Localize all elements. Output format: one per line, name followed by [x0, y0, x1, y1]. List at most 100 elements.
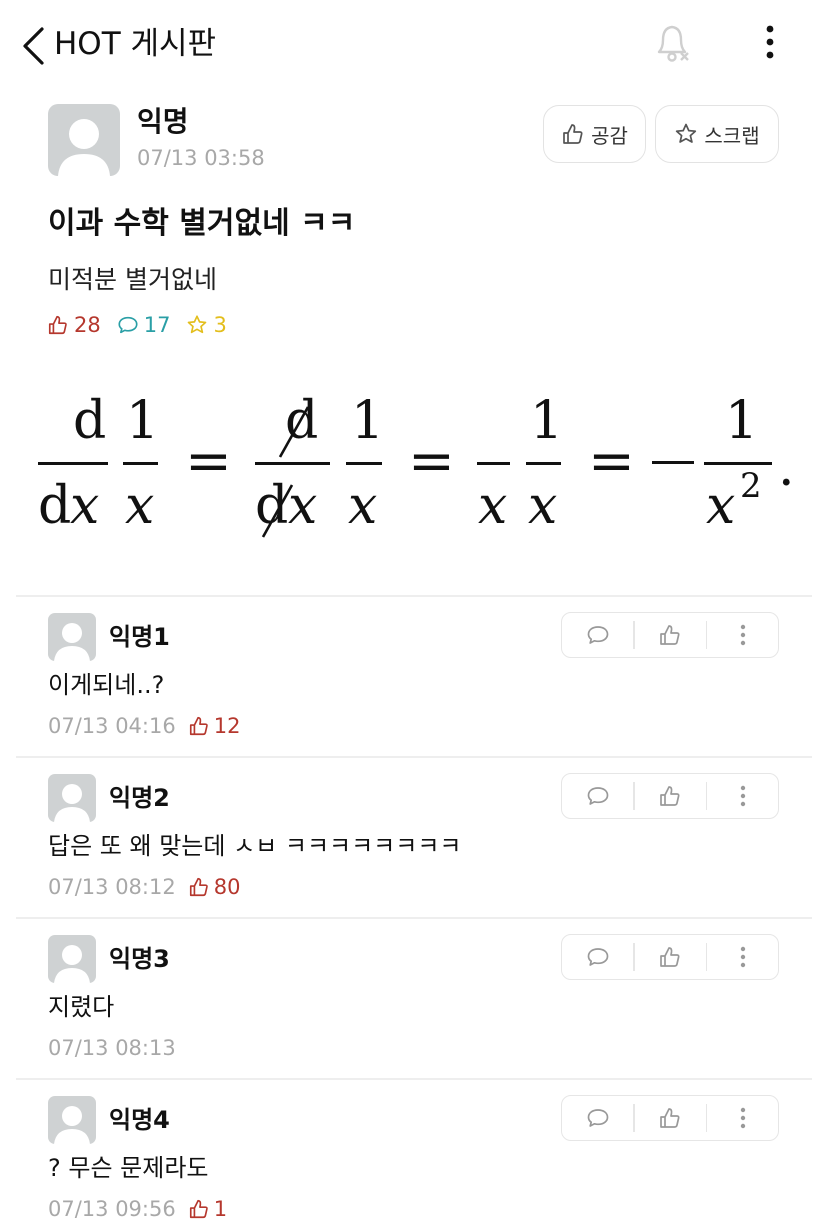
comment-text: 이게되네..?: [48, 671, 165, 699]
speech-bubble-icon: [587, 1109, 608, 1127]
avatar: [48, 613, 96, 661]
formula-text: d: [73, 391, 106, 451]
divider: [16, 917, 812, 919]
reply-button[interactable]: [562, 1096, 633, 1140]
back-button[interactable]: [18, 26, 52, 66]
comment-meta: 07/13 08:13: [48, 1033, 176, 1063]
speech-bubble-icon: [587, 626, 608, 644]
comment-like-button[interactable]: [635, 935, 706, 979]
formula-text: x: [528, 476, 557, 536]
comment-like-button[interactable]: [635, 613, 706, 657]
formula-text: .: [778, 438, 795, 498]
post-comment-count: 17: [117, 313, 170, 337]
avatar: [48, 935, 96, 983]
comment-more-button[interactable]: [707, 935, 778, 979]
post-like-label: 공감: [591, 123, 628, 148]
thumbs-up-icon: [660, 947, 680, 967]
comment-author: 익명3: [109, 945, 170, 973]
avatar-icon: [54, 945, 90, 983]
speech-bubble-icon: [587, 787, 608, 805]
post-scrap-count: 3: [186, 313, 227, 337]
post-timestamp: 07/13 03:58: [137, 146, 265, 170]
avatar-icon: [58, 119, 110, 176]
formula-text: x: [70, 476, 99, 536]
star-icon: [188, 315, 207, 334]
avatar: [48, 104, 120, 176]
comment-like-count: 12: [188, 711, 240, 741]
comment-more-button[interactable]: [707, 774, 778, 818]
formula-text: d: [38, 476, 71, 536]
formula-text: 1: [530, 391, 563, 451]
comment-like-count: 80: [188, 872, 240, 902]
post-like-button[interactable]: 공감: [543, 105, 646, 163]
formula-text: 2: [740, 466, 762, 506]
comment-text: 답은 또 왜 맞는데 ㅅㅂ ㅋㅋㅋㅋㅋㅋㅋㅋ: [48, 832, 462, 860]
more-vertical-icon: [740, 1107, 745, 1129]
comment-actions: [561, 934, 779, 980]
formula-text: x: [348, 476, 377, 536]
formula-text: =: [408, 429, 455, 494]
formula-text: =: [185, 429, 232, 494]
more-options-button[interactable]: [752, 22, 788, 64]
formula-text: x: [288, 476, 317, 536]
comment-more-button[interactable]: [707, 613, 778, 657]
comment-meta: 07/13 04:16 12: [48, 711, 240, 741]
comment-timestamp: 07/13 04:16: [48, 714, 176, 738]
star-icon: [676, 123, 697, 143]
back-arrow-icon: [23, 27, 44, 65]
thumbs-up-icon: [189, 1199, 208, 1219]
more-vertical-icon: [766, 25, 774, 59]
comment-timestamp: 07/13 08:13: [48, 1036, 176, 1060]
formula-text: x: [478, 476, 507, 536]
divider: [16, 756, 812, 758]
formula-text: =: [588, 429, 635, 494]
thumbs-up-icon: [660, 1108, 680, 1128]
notification-toggle-button[interactable]: [650, 20, 696, 66]
formula-text: x: [125, 476, 154, 536]
comment-author: 익명4: [109, 1106, 170, 1134]
reply-button[interactable]: [562, 774, 633, 818]
page-title: HOT 게시판: [54, 26, 217, 62]
formula-text: d: [255, 476, 288, 536]
comment-like-button[interactable]: [635, 774, 706, 818]
post-scrap-label: 스크랩: [704, 123, 760, 148]
avatar: [48, 1096, 96, 1144]
comment-author: 익명1: [109, 623, 170, 651]
divider: [16, 1078, 812, 1080]
post-scrap-button[interactable]: 스크랩: [655, 105, 779, 163]
formula-text: 1: [126, 391, 159, 451]
thumbs-up-icon: [189, 716, 208, 736]
more-vertical-icon: [740, 624, 745, 646]
post-stats: 28 17 3: [47, 310, 243, 340]
formula-text: x: [706, 476, 735, 536]
thumbs-up-icon: [189, 877, 208, 897]
comment-text: 지렸다: [48, 993, 115, 1021]
speech-bubble-icon: [118, 316, 138, 334]
comment-meta: 07/13 08:12 80: [48, 872, 240, 902]
reply-button[interactable]: [562, 613, 633, 657]
thumbs-up-icon: [660, 786, 680, 806]
avatar-icon: [54, 784, 90, 822]
post-title: 이과 수학 별거없네 ㅋㅋ: [48, 206, 356, 241]
post-author: 익명: [137, 105, 189, 138]
comment-actions: [561, 773, 779, 819]
comment-more-button[interactable]: [707, 1096, 778, 1140]
more-vertical-icon: [740, 946, 745, 968]
reply-button[interactable]: [562, 935, 633, 979]
comment-like-count: 1: [188, 1194, 227, 1224]
comment-timestamp: 07/13 08:12: [48, 875, 176, 899]
avatar-icon: [54, 623, 90, 661]
comment-author: 익명2: [109, 784, 170, 812]
post-image-formula: d d x 1 x = d d x 1 x = x 1 x = 1 x 2: [38, 391, 795, 538]
post-like-count: 28: [47, 313, 101, 337]
comment-like-button[interactable]: [635, 1096, 706, 1140]
thumbs-up-icon: [563, 124, 583, 144]
thumbs-up-icon: [660, 625, 680, 645]
comment-actions: [561, 1095, 779, 1141]
divider: [16, 595, 812, 597]
comment-text: ? 무슨 문제라도: [48, 1154, 209, 1182]
comment-meta: 07/13 09:56 1: [48, 1194, 227, 1224]
thumbs-up-icon: [48, 315, 67, 335]
avatar: [48, 774, 96, 822]
avatar-icon: [54, 1106, 90, 1144]
